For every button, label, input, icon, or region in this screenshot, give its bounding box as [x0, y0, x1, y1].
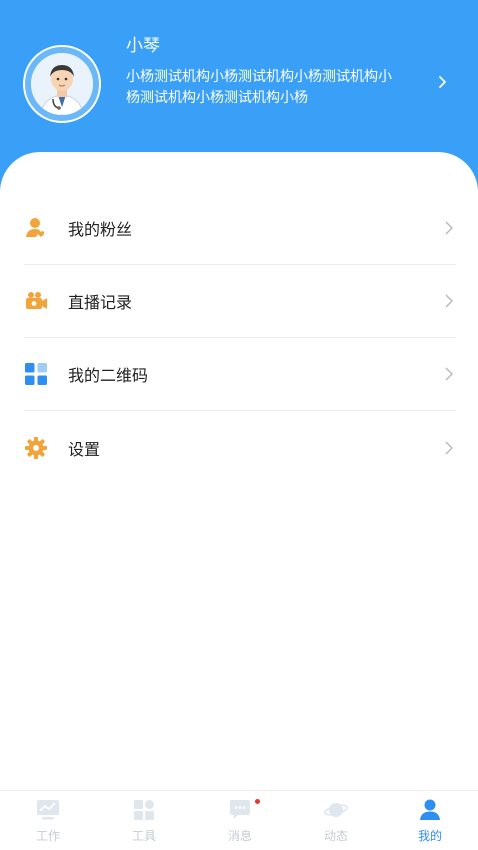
content-sheet: 我的粉丝 直播记录 我的二维码 设置	[0, 152, 478, 792]
chevron-right-icon[interactable]	[433, 72, 453, 92]
menu-item-label: 直播记录	[68, 293, 133, 312]
menu-item-label: 我的粉丝	[68, 220, 133, 239]
tab-mine[interactable]: 我的	[382, 791, 478, 850]
chevron-right-icon	[442, 440, 456, 456]
tab-tools[interactable]: 工具	[96, 791, 192, 850]
planet-icon	[324, 799, 348, 821]
tab-label: 我的	[417, 829, 442, 843]
chevron-right-icon	[442, 293, 456, 309]
doctor-avatar-icon	[31, 53, 93, 115]
qrcode-grid-icon	[24, 362, 48, 386]
chevron-right-icon	[442, 220, 456, 236]
menu-item-settings[interactable]: 设置	[24, 411, 456, 484]
tab-label: 消息	[227, 829, 252, 843]
tab-messages[interactable]: 消息	[192, 791, 288, 850]
chart-icon	[36, 799, 60, 821]
bottom-tab-bar: 工作 工具 消息 动态 我的	[0, 790, 478, 850]
tab-label: 工作	[35, 829, 60, 843]
user-name: 小琴	[126, 36, 160, 56]
tab-work[interactable]: 工作	[0, 791, 96, 850]
message-icon	[228, 799, 252, 821]
menu-item-label: 设置	[68, 439, 101, 459]
unread-badge	[255, 799, 260, 804]
avatar[interactable]	[23, 45, 101, 123]
tab-moments[interactable]: 动态	[288, 791, 384, 850]
menu-item-label: 我的二维码	[68, 366, 149, 385]
gear-icon	[24, 436, 48, 460]
menu-item-live-records[interactable]: 直播记录	[24, 265, 456, 338]
fans-icon	[24, 216, 48, 240]
tab-label: 动态	[323, 829, 348, 843]
menu-item-fans[interactable]: 我的粉丝	[24, 192, 456, 265]
tools-grid-icon	[132, 799, 156, 821]
user-icon	[418, 799, 442, 821]
menu-item-qrcode[interactable]: 我的二维码	[24, 338, 456, 411]
tab-label: 工具	[131, 829, 156, 843]
live-camera-icon	[24, 289, 48, 313]
organization-text: 小杨测试机构小杨测试机构小杨测试机构小杨测试机构小杨测试机构小杨	[126, 69, 392, 106]
chevron-right-icon	[442, 366, 456, 382]
